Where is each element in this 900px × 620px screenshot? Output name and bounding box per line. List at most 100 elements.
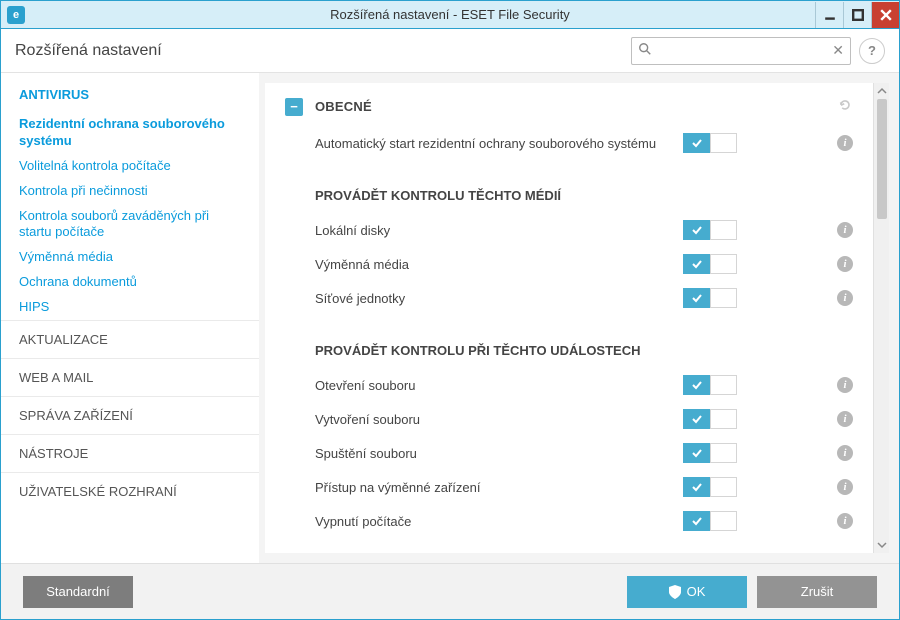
info-icon[interactable]: i (837, 377, 853, 393)
subhead-media: PROVÁDĚT KONTROLU TĚCHTO MÉDIÍ (285, 160, 853, 213)
search-input[interactable] (656, 43, 832, 58)
toggle-on-indicator (683, 511, 710, 531)
toggle-switch[interactable] (683, 511, 737, 531)
toggle-switch[interactable] (683, 443, 737, 463)
subhead-events: PROVÁDĚT KONTROLU PŘI TĚCHTO UDÁLOSTECH (285, 315, 853, 368)
toggle-switch[interactable] (683, 288, 737, 308)
toggle-knob (710, 220, 737, 240)
shield-icon (669, 585, 681, 599)
setting-label: Lokální disky (315, 223, 683, 238)
setting-row: Spuštění souboru i (285, 436, 853, 470)
toggle-on-indicator (683, 220, 710, 240)
toggle-on-indicator (683, 477, 710, 497)
sidebar-item-hips[interactable]: HIPS (1, 295, 259, 320)
group-header-general: − OBECNÉ (285, 83, 853, 126)
sidebar-item-realtime-protection[interactable]: Rezidentní ochrana souborového systému (1, 112, 259, 154)
group-title-general: OBECNÉ (315, 99, 372, 114)
setting-label: Síťové jednotky (315, 291, 683, 306)
sidebar-cat-device-control[interactable]: SPRÁVA ZAŘÍZENÍ (1, 396, 259, 434)
ok-button[interactable]: OK (627, 576, 747, 608)
toggle-knob (710, 375, 737, 395)
toggle-on-indicator (683, 254, 710, 274)
window-controls (815, 2, 899, 28)
minimize-button[interactable] (815, 2, 843, 28)
toggle-switch[interactable] (683, 254, 737, 274)
sidebar-cat-tools[interactable]: NÁSTROJE (1, 434, 259, 472)
toggle-knob (710, 254, 737, 274)
setting-row: Vytvoření souboru i (285, 402, 853, 436)
footer: Standardní OK Zrušit (1, 563, 899, 619)
info-icon[interactable]: i (837, 222, 853, 238)
toggle-switch[interactable] (683, 375, 737, 395)
setting-row: Výměnná média i (285, 247, 853, 281)
setting-label: Vypnutí počítače (315, 514, 683, 529)
scrollbar[interactable] (873, 83, 889, 553)
sidebar-item-idle-scan[interactable]: Kontrola při nečinnosti (1, 179, 259, 204)
sidebar-cat-ui[interactable]: UŽIVATELSKÉ ROZHRANÍ (1, 472, 259, 510)
sidebar-item-startup-scan[interactable]: Kontrola souborů zaváděných při startu p… (1, 204, 259, 246)
setting-label: Výměnná média (315, 257, 683, 272)
toggle-knob (710, 288, 737, 308)
toggle-knob (710, 511, 737, 531)
search-icon (638, 42, 652, 59)
toggle-switch[interactable] (683, 133, 737, 153)
cancel-button[interactable]: Zrušit (757, 576, 877, 608)
header: Rozšířená nastavení ✕ ? (1, 29, 899, 73)
sidebar-section-antivirus[interactable]: ANTIVIRUS (1, 87, 259, 112)
ok-label: OK (687, 584, 706, 599)
toggle-knob (710, 443, 737, 463)
info-icon[interactable]: i (837, 290, 853, 306)
setting-label: Vytvoření souboru (315, 412, 683, 427)
scroll-thumb[interactable] (877, 99, 887, 219)
main: − OBECNÉ Automatický start rezidentní oc… (259, 73, 899, 563)
scroll-up-icon[interactable] (874, 83, 889, 99)
setting-row: Přístup na výměnné zařízení i (285, 470, 853, 504)
help-button[interactable]: ? (859, 38, 885, 64)
titlebar: e Rozšířená nastavení - ESET File Securi… (1, 1, 899, 29)
sidebar: ANTIVIRUS Rezidentní ochrana souborového… (1, 73, 259, 563)
toggle-knob (710, 409, 737, 429)
toggle-knob (710, 477, 737, 497)
sidebar-cat-update[interactable]: AKTUALIZACE (1, 320, 259, 358)
sidebar-item-document-protection[interactable]: Ochrana dokumentů (1, 270, 259, 295)
setting-row: Automatický start rezidentní ochrany sou… (285, 126, 853, 160)
sidebar-item-on-demand-scan[interactable]: Volitelná kontrola počítače (1, 154, 259, 179)
setting-label: Přístup na výměnné zařízení (315, 480, 683, 495)
search-box[interactable]: ✕ (631, 37, 851, 65)
setting-label: Automatický start rezidentní ochrany sou… (315, 136, 683, 151)
toggle-on-indicator (683, 375, 710, 395)
close-button[interactable] (871, 2, 899, 28)
sidebar-item-removable-media[interactable]: Výměnná média (1, 245, 259, 270)
maximize-button[interactable] (843, 2, 871, 28)
info-icon[interactable]: i (837, 135, 853, 151)
revert-icon[interactable] (837, 97, 853, 116)
default-button[interactable]: Standardní (23, 576, 133, 608)
toggle-on-indicator (683, 409, 710, 429)
info-icon[interactable]: i (837, 256, 853, 272)
setting-row: Lokální disky i (285, 213, 853, 247)
page-title: Rozšířená nastavení (15, 42, 162, 60)
toggle-on-indicator (683, 288, 710, 308)
collapse-icon[interactable]: − (285, 98, 303, 116)
scroll-down-icon[interactable] (874, 537, 889, 553)
setting-row: Vypnutí počítače i (285, 504, 853, 538)
toggle-switch[interactable] (683, 477, 737, 497)
info-icon[interactable]: i (837, 513, 853, 529)
clear-search-icon[interactable]: ✕ (832, 42, 844, 59)
toggle-knob (710, 133, 737, 153)
app-badge-icon: e (7, 6, 25, 24)
toggle-switch[interactable] (683, 220, 737, 240)
setting-label: Otevření souboru (315, 378, 683, 393)
toggle-switch[interactable] (683, 409, 737, 429)
info-icon[interactable]: i (837, 411, 853, 427)
setting-row: Síťové jednotky i (285, 281, 853, 315)
info-icon[interactable]: i (837, 479, 853, 495)
window: e Rozšířená nastavení - ESET File Securi… (0, 0, 900, 620)
content-panel: − OBECNÉ Automatický start rezidentní oc… (265, 83, 873, 553)
info-icon[interactable]: i (837, 445, 853, 461)
window-title: Rozšířená nastavení - ESET File Security (1, 7, 899, 22)
body: ANTIVIRUS Rezidentní ochrana souborového… (1, 73, 899, 563)
sidebar-cat-web-mail[interactable]: WEB A MAIL (1, 358, 259, 396)
toggle-on-indicator (683, 443, 710, 463)
setting-label: Spuštění souboru (315, 446, 683, 461)
